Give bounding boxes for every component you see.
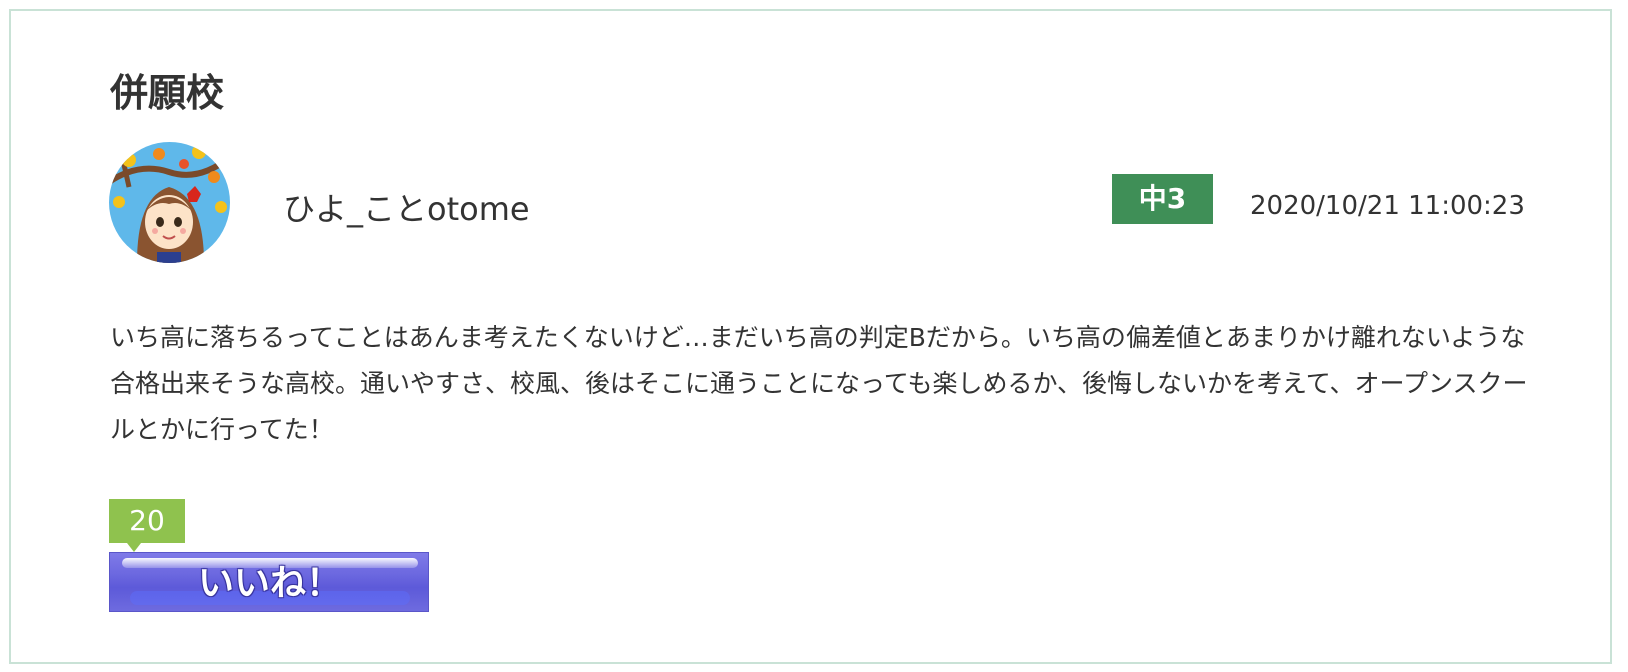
username[interactable]: ひよ_ことotome [283, 189, 530, 229]
like-button[interactable]: いいね！ [109, 552, 429, 612]
post-timestamp: 2020/10/21 11:00:23 [1250, 191, 1525, 221]
like-count-badge: 20 [109, 499, 185, 552]
section-title: 併願校 [110, 71, 225, 115]
grade-badge: 中3 [1112, 174, 1213, 224]
post-body: いち高に落ちるってことはあんま考えたくないけど…まだいち高の判定Bだから。いち高… [110, 323, 1528, 444]
avatar-girl-autumn-leaves-icon [109, 142, 230, 263]
post-card: 併願校 ひよ_ことotome 中3 2020/10/21 11:00:23 いち… [9, 9, 1612, 664]
avatar[interactable] [109, 142, 230, 263]
like-button-label: いいね！ [197, 563, 342, 604]
